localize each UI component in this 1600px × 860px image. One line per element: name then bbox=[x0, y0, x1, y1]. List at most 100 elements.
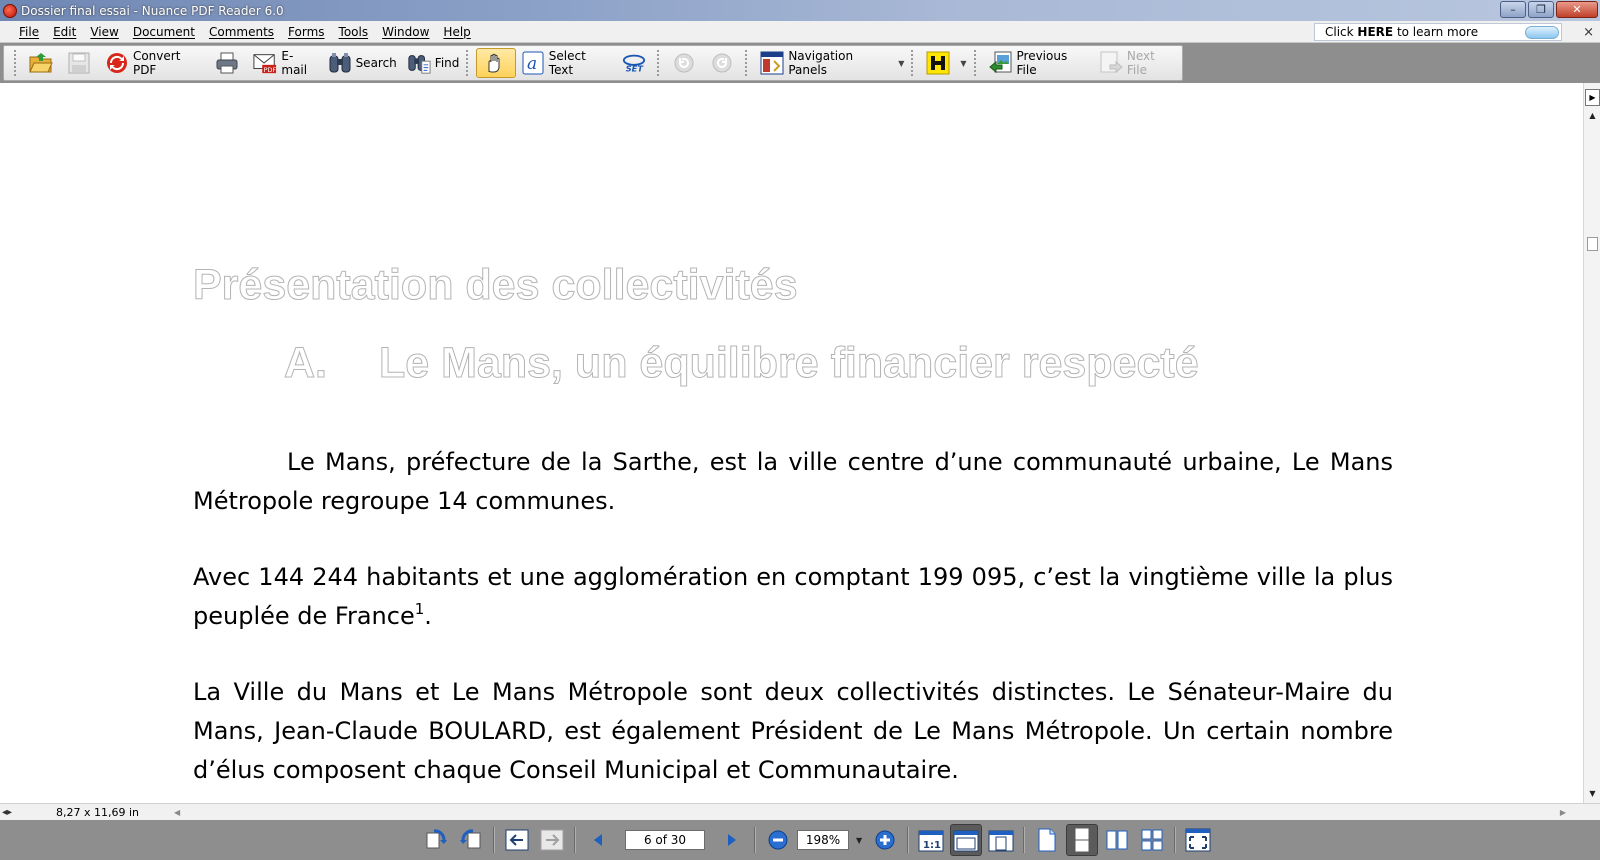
ad-here: HERE bbox=[1357, 25, 1394, 39]
undo-button[interactable] bbox=[667, 48, 705, 78]
page-number-field[interactable]: 6 of 30 bbox=[625, 830, 705, 850]
separator bbox=[493, 827, 495, 853]
minimize-button[interactable]: – bbox=[1500, 1, 1526, 18]
zoom-out-icon bbox=[768, 830, 788, 850]
menu-document[interactable]: Document bbox=[126, 25, 202, 39]
highlight-dropdown-icon[interactable]: ▼ bbox=[960, 59, 966, 68]
rotate-right-icon bbox=[460, 829, 481, 849]
ad-close-icon[interactable]: × bbox=[1583, 25, 1594, 40]
window-controls: – ❐ ✕ bbox=[1500, 1, 1598, 18]
redo-button[interactable] bbox=[705, 48, 743, 78]
search-label: Search bbox=[355, 56, 397, 70]
find-button[interactable]: Find bbox=[402, 48, 465, 78]
scroll-left-arrow-icon[interactable]: ◀ bbox=[174, 808, 180, 817]
find-binoculars-icon bbox=[407, 51, 431, 75]
single-page-icon bbox=[1038, 828, 1056, 852]
previous-view-button[interactable] bbox=[501, 824, 533, 856]
rotate-clockwise-button[interactable] bbox=[455, 824, 487, 856]
single-page-button[interactable] bbox=[1031, 824, 1063, 856]
fit-page-button[interactable] bbox=[985, 824, 1017, 856]
document-view[interactable]: Présentation des collectivités A. Le Mans… bbox=[0, 83, 1583, 803]
convert-pdf-button[interactable]: Convert PDF bbox=[100, 48, 210, 78]
save-button[interactable] bbox=[62, 48, 100, 78]
title-bar: Dossier final essai - Nuance PDF Reader … bbox=[0, 0, 1600, 21]
rotate-counterclockwise-button[interactable] bbox=[420, 824, 452, 856]
convert-pdf-icon bbox=[105, 51, 129, 75]
navigation-toolbar: 6 of 30 198% ▼ 1:1 bbox=[0, 820, 1600, 860]
ad-graphic-icon bbox=[1525, 26, 1559, 39]
previous-file-button[interactable]: Previous File bbox=[984, 48, 1094, 78]
email-button[interactable]: PDF E-mail bbox=[248, 48, 322, 78]
restore-button[interactable]: ❐ bbox=[1528, 1, 1554, 18]
continuous-page-button[interactable] bbox=[1066, 824, 1099, 856]
menu-edit[interactable]: Edit bbox=[46, 25, 83, 39]
zoom-dropdown-icon[interactable]: ▼ bbox=[856, 836, 862, 845]
menu-tools[interactable]: Tools bbox=[332, 25, 376, 39]
splitter-icon[interactable]: ◂▸ bbox=[0, 807, 14, 818]
hand-tool-button[interactable] bbox=[476, 48, 517, 78]
menu-file[interactable]: File bbox=[12, 25, 46, 39]
separator bbox=[1023, 827, 1026, 853]
email-label: E-mail bbox=[281, 49, 308, 77]
open-button[interactable] bbox=[24, 48, 62, 78]
select-text-button[interactable]: a Select Text bbox=[516, 48, 617, 78]
next-file-icon bbox=[1099, 51, 1123, 75]
menu-help[interactable]: Help bbox=[436, 25, 477, 39]
navigation-panels-icon bbox=[760, 51, 784, 75]
previous-page-button[interactable] bbox=[582, 824, 614, 856]
separator bbox=[754, 827, 756, 853]
full-screen-button[interactable] bbox=[1182, 824, 1214, 856]
heading-2-text: Le Mans, un équilibre financier respecté bbox=[379, 339, 1200, 388]
save-disk-icon bbox=[67, 51, 91, 75]
convert-pdf-label: Convert PDF bbox=[132, 49, 181, 77]
zoom-level-field[interactable]: 198% bbox=[797, 830, 849, 850]
set-button[interactable]: SET bbox=[617, 48, 655, 78]
scroll-up-arrow-icon[interactable]: ▲ bbox=[1584, 107, 1600, 124]
search-button[interactable]: Search bbox=[323, 48, 402, 78]
navigation-panels-button[interactable]: Navigation Panels ▼ bbox=[755, 48, 909, 78]
toolbar-grip[interactable] bbox=[466, 50, 470, 76]
fit-width-button[interactable] bbox=[950, 824, 983, 856]
printer-icon bbox=[215, 51, 239, 75]
menu-forms[interactable]: Forms bbox=[281, 25, 331, 39]
forward-arrow-icon bbox=[540, 829, 564, 851]
panel-toggle-arrow-icon[interactable]: ▶ bbox=[1585, 89, 1600, 106]
zoom-out-button[interactable] bbox=[762, 824, 794, 856]
vertical-scrollbar[interactable]: ▶ ▲ ▼ bbox=[1583, 83, 1600, 803]
navigation-panels-label: Navigation Panels bbox=[788, 49, 854, 77]
next-page-button[interactable] bbox=[716, 824, 748, 856]
ad-prefix: Click bbox=[1325, 25, 1354, 39]
menu-view[interactable]: View bbox=[83, 25, 125, 39]
scrollbar-thumb[interactable] bbox=[1587, 237, 1598, 251]
footnote-reference[interactable]: 1 bbox=[415, 600, 425, 618]
scroll-down-arrow-icon[interactable]: ▼ bbox=[1584, 785, 1600, 802]
learn-more-banner[interactable]: Click HERE to learn more bbox=[1314, 23, 1562, 41]
highlight-h-icon bbox=[926, 51, 950, 75]
next-file-button[interactable]: Next File bbox=[1094, 48, 1182, 78]
toolbar-grip[interactable] bbox=[911, 50, 915, 76]
facing-pages-button[interactable] bbox=[1101, 824, 1133, 856]
continuous-facing-button[interactable] bbox=[1136, 824, 1168, 856]
fit-width-icon bbox=[953, 830, 979, 852]
facing-pages-icon bbox=[1106, 830, 1128, 850]
fit-page-icon bbox=[988, 830, 1014, 852]
hand-icon bbox=[482, 51, 506, 75]
print-button[interactable] bbox=[210, 48, 248, 78]
menu-comments[interactable]: Comments bbox=[202, 25, 281, 39]
document-heading-2: A. Le Mans, un équilibre financier respec… bbox=[284, 339, 1200, 388]
separator bbox=[1174, 827, 1177, 853]
highlight-button[interactable]: ▼ bbox=[921, 48, 971, 78]
undo-icon bbox=[672, 51, 696, 75]
next-view-button[interactable] bbox=[536, 824, 568, 856]
zoom-in-button[interactable] bbox=[869, 824, 901, 856]
close-button[interactable]: ✕ bbox=[1556, 1, 1598, 18]
toolbar-grip[interactable] bbox=[14, 50, 18, 76]
toolbar-grip[interactable] bbox=[745, 50, 749, 76]
menu-window[interactable]: Window bbox=[375, 25, 436, 39]
document-body: Le Mans, préfecture de la Sarthe, est la… bbox=[193, 443, 1393, 803]
actual-size-button[interactable]: 1:1 bbox=[915, 824, 947, 856]
toolbar-grip[interactable] bbox=[657, 50, 661, 76]
scroll-right-arrow-icon[interactable]: ▶ bbox=[1560, 808, 1566, 817]
navigation-panels-dropdown-icon[interactable]: ▼ bbox=[898, 59, 904, 68]
toolbar-grip[interactable] bbox=[973, 50, 978, 76]
